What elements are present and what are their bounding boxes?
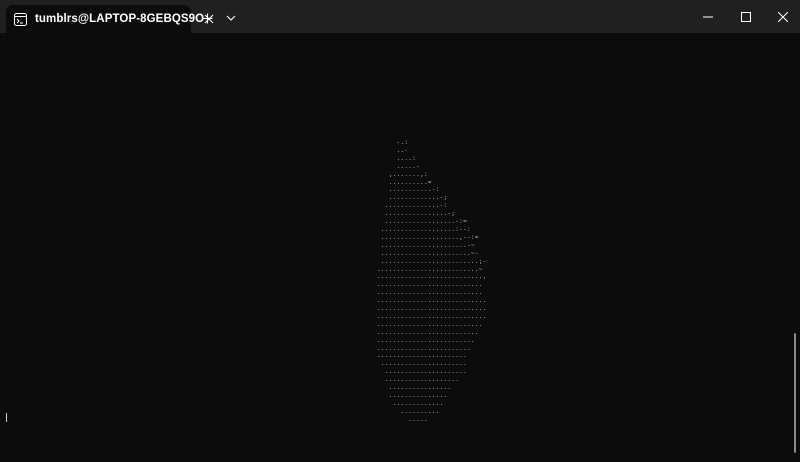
text-cursor bbox=[6, 413, 7, 422]
new-tab-button[interactable] bbox=[200, 11, 214, 25]
terminal-output[interactable]: -.: ..- ....: .....- ,.......,: ........… bbox=[0, 33, 800, 462]
title-bar: tumblrs@LAPTOP-8GEBQS9O bbox=[0, 0, 800, 33]
tab-terminal[interactable]: tumblrs@LAPTOP-8GEBQS9O bbox=[6, 5, 214, 33]
close-icon bbox=[778, 11, 788, 22]
maximize-icon bbox=[741, 11, 751, 22]
tab-dropdown-button[interactable] bbox=[224, 11, 238, 25]
terminal-icon bbox=[14, 12, 27, 26]
tab-title: tumblrs@LAPTOP-8GEBQS9O bbox=[35, 13, 205, 25]
chevron-down-icon bbox=[226, 15, 236, 21]
ascii-art-output: -.: ..- ....: .....- ,.......,: ........… bbox=[377, 139, 487, 423]
close-window-button[interactable] bbox=[760, 0, 800, 33]
minimize-icon bbox=[703, 16, 713, 17]
scrollbar-thumb[interactable] bbox=[794, 333, 796, 453]
plus-icon bbox=[202, 13, 212, 23]
